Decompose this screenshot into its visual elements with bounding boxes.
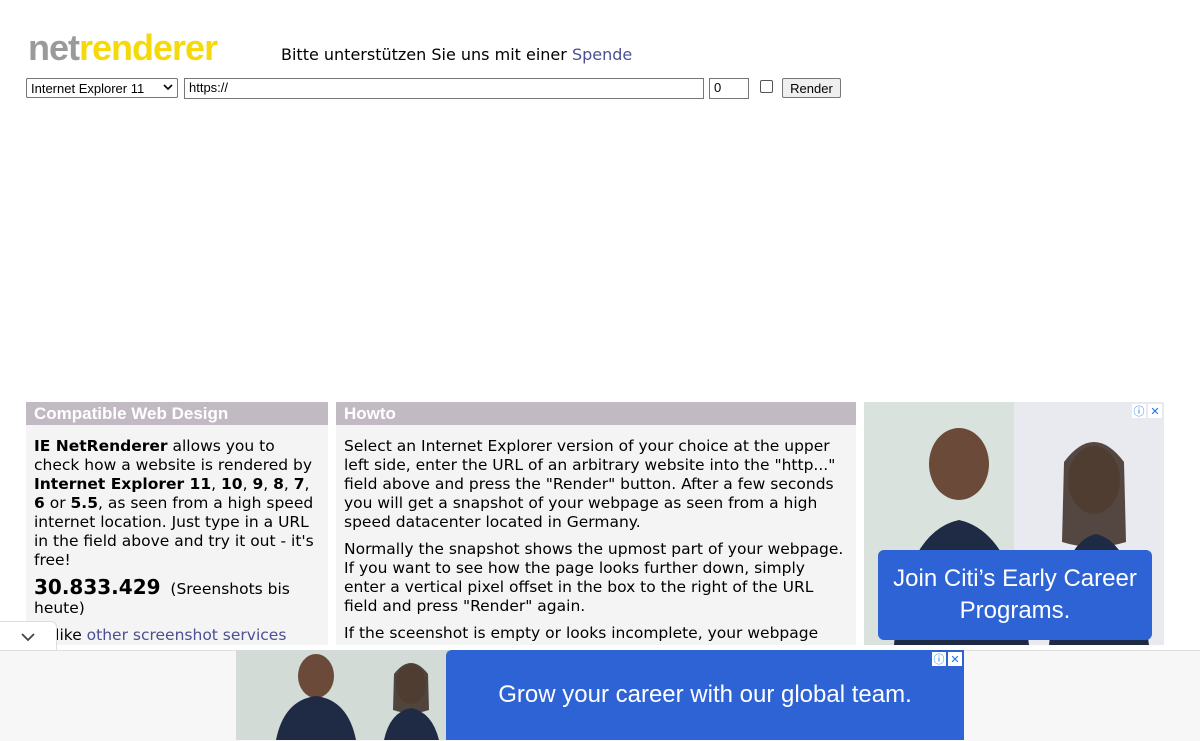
product-name: IE NetRenderer — [34, 437, 168, 455]
intro-paragraph: IE NetRenderer allows you to check how a… — [34, 437, 320, 570]
ad-close-icon[interactable]: ✕ — [1148, 404, 1162, 418]
pixel-offset-input[interactable]: 0 — [709, 78, 749, 99]
version-ie10: 10 — [221, 475, 243, 493]
bottom-banner-ad[interactable]: Grow your career with our global team. ⓘ… — [236, 650, 964, 740]
howto-paragraph-1: Select an Internet Explorer version of y… — [344, 437, 836, 531]
support-text: Bitte unterstützen Sie uns mit einer Spe… — [281, 45, 632, 64]
version-ie11: Internet Explorer 11 — [34, 475, 212, 493]
panel-body: Select an Internet Explorer version of y… — [336, 425, 856, 643]
version-ie8: 8 — [273, 475, 284, 493]
panel-body: IE NetRenderer allows you to check how a… — [26, 425, 328, 645]
ad-controls: ⓘ ✕ — [932, 652, 962, 666]
ad-info-icon[interactable]: ⓘ — [1132, 404, 1146, 418]
version-ie6: 6 — [34, 494, 45, 512]
comparison-paragraph: Unlike other screenshot services — [34, 626, 320, 645]
browser-select[interactable]: Internet Explorer 11 — [26, 78, 178, 98]
sep: , — [211, 475, 221, 493]
sep: or — [44, 494, 71, 512]
browser-select-value: Internet Explorer 11 — [31, 80, 145, 96]
chevron-down-icon — [163, 83, 173, 94]
support-label: Bitte unterstützen Sie uns mit einer — [281, 45, 572, 64]
sep: , — [283, 475, 294, 493]
sep: , — [304, 475, 310, 493]
version-ie7: 7 — [293, 475, 305, 493]
compatible-web-design-panel: Compatible Web Design IE NetRenderer all… — [26, 402, 328, 645]
url-input[interactable]: https:// — [184, 78, 704, 99]
panel-title: Compatible Web Design — [26, 402, 328, 425]
howto-panel: Howto Select an Internet Explorer versio… — [336, 402, 856, 645]
ad-cta[interactable]: Grow your career with our global team. — [446, 650, 964, 740]
sep: , — [263, 475, 274, 493]
version-ie9: 9 — [252, 475, 264, 493]
panel-title: Howto — [336, 402, 856, 425]
version-ie55: 5.5 — [70, 494, 98, 512]
chevron-down-icon — [20, 627, 36, 646]
howto-paragraph-3: If the sceenshot is empty or looks incom… — [344, 624, 819, 642]
sidebar-ad[interactable]: ⓘ ✕ Join Citi’s Early Career Programs. — [864, 402, 1164, 645]
render-button[interactable]: Render — [782, 78, 841, 98]
option-checkbox[interactable] — [760, 80, 773, 93]
netrenderer-logo[interactable]: netrenderer — [28, 27, 218, 68]
donate-link[interactable]: Spende — [572, 45, 632, 64]
ad-info-icon[interactable]: ⓘ — [932, 652, 946, 666]
collapse-anchor-button[interactable] — [0, 621, 57, 650]
ad-close-icon[interactable]: ✕ — [948, 652, 962, 666]
ad-photo — [236, 650, 446, 740]
sep: , — [242, 475, 253, 493]
ad-cta[interactable]: Join Citi’s Early Career Programs. — [878, 550, 1152, 640]
other-services-link[interactable]: other screenshot services — [87, 626, 287, 644]
ad-controls: ⓘ ✕ — [1132, 404, 1162, 418]
screenshot-counter: 30.833.429 (Sreenshots bis heute) — [34, 575, 320, 618]
logo-part-net: net — [28, 27, 80, 68]
screenshot-count: 30.833.429 — [34, 575, 161, 599]
logo-part-renderer: renderer — [79, 27, 218, 68]
howto-paragraph-2: Normally the snapshot shows the upmost p… — [344, 540, 844, 615]
